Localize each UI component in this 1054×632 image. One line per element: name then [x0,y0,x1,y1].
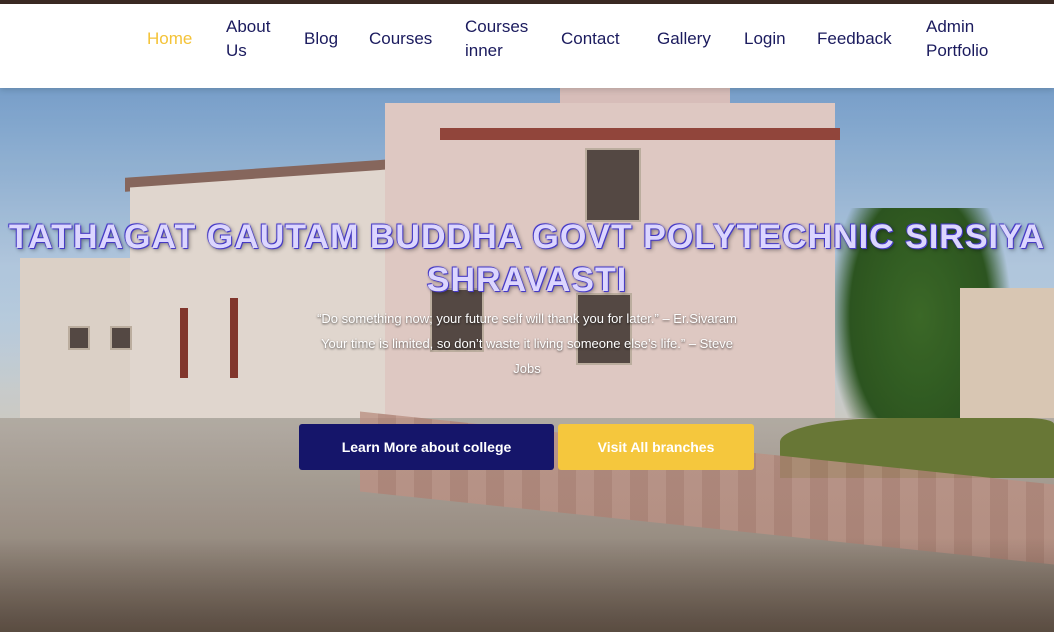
nav-about-us[interactable]: About Us [226,15,270,63]
visit-branches-button[interactable]: Visit All branches [558,424,754,470]
nav-about-us-label-line2: Us [226,41,247,60]
nav-blog[interactable]: Blog [304,27,338,51]
nav-gallery[interactable]: Gallery [657,27,711,51]
nav-admin-portfolio-label-line2: Portfolio [926,41,989,60]
nav-home[interactable]: Home [147,27,192,51]
hero-quote-line1: “Do something now; your future self will… [317,311,737,326]
nav-about-us-label-line1: About [226,17,271,36]
nav-admin-portfolio-label-line1: Admin [926,17,975,36]
nav-admin-portfolio[interactable]: Admin Portfolio [926,15,988,63]
hero-quote-line3: Jobs [513,361,541,376]
nav-courses-inner[interactable]: Courses inner [465,15,528,63]
nav-courses-inner-label-line2: inner [465,41,503,60]
nav-courses[interactable]: Courses [369,27,432,51]
main-navbar: Home About Us Blog Courses Courses inner… [0,4,1054,88]
nav-contact[interactable]: Contact [561,27,620,51]
hero-quote-line2: Your time is limited, so don’t waste it … [321,336,733,351]
hero-title: TATHAGAT GAUTAM BUDDHA GOVT POLYTECHNIC … [0,216,1054,302]
learn-more-button[interactable]: Learn More about college [299,424,554,470]
hero-title-line2: SHRAVASTI [426,261,628,299]
hero-section: TATHAGAT GAUTAM BUDDHA GOVT POLYTECHNIC … [0,88,1054,632]
hero-title-line1: TATHAGAT GAUTAM BUDDHA GOVT POLYTECHNIC … [8,218,1046,256]
nav-login[interactable]: Login [744,27,786,51]
nav-courses-inner-label-line1: Courses [465,17,529,36]
nav-feedback[interactable]: Feedback [817,27,892,51]
